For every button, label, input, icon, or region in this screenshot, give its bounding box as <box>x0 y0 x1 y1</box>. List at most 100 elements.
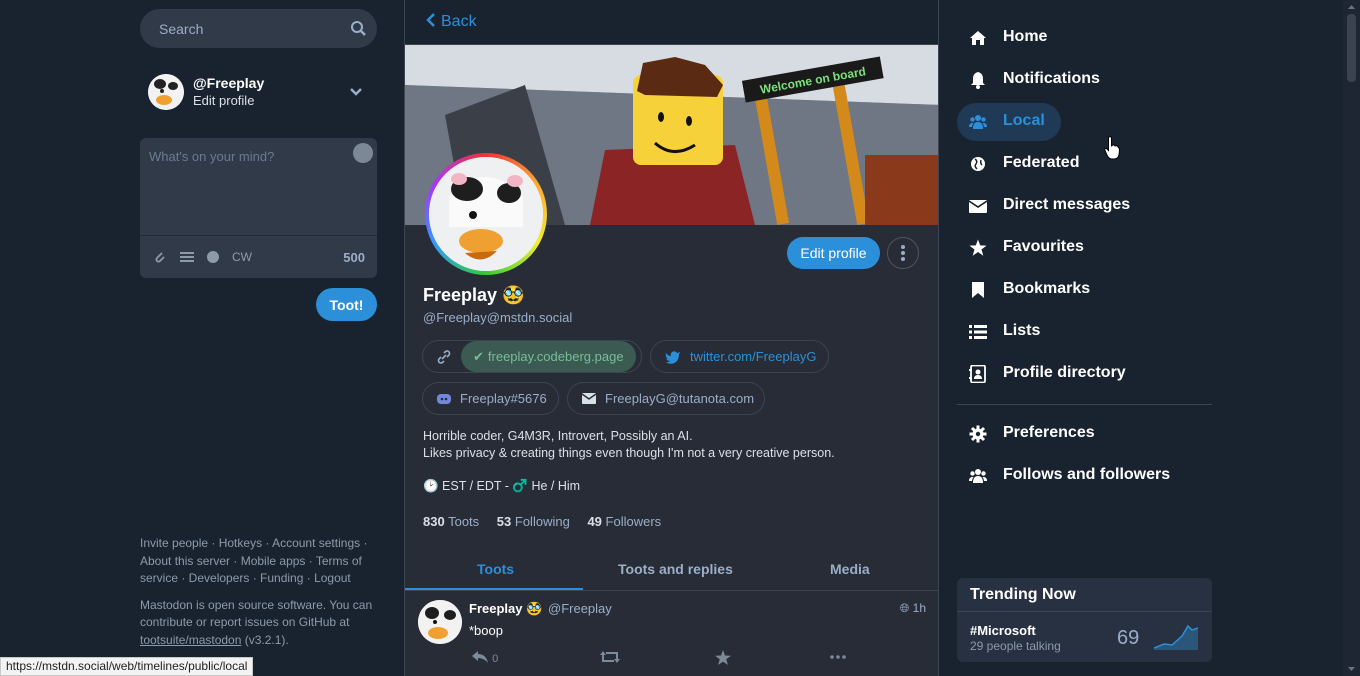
nav-label-bookmarks: Bookmarks <box>1003 280 1091 297</box>
followers-count-link[interactable]: 49 Followers <box>587 514 661 529</box>
account-handle[interactable]: @Freeplay <box>193 75 264 91</box>
column-back-bar: Back <box>405 0 938 45</box>
envelope-icon <box>969 200 987 213</box>
edit-profile-button[interactable]: Edit profile <box>787 237 880 269</box>
nav-label-follows-and-followers: Follows and followers <box>1003 466 1171 483</box>
ellipsis-vertical-icon <box>901 245 905 261</box>
following-label: Following <box>514 514 570 529</box>
profile-bio: Horrible coder, G4M3R, Introvert, Possib… <box>423 428 835 495</box>
following-count: 53 <box>496 514 512 529</box>
footer-links-line-2[interactable]: About this server · Mobile apps · Terms … <box>140 553 377 571</box>
repo-link[interactable]: tootsuite/mastodon <box>140 633 241 647</box>
nav-label-lists: Lists <box>1003 322 1041 339</box>
nav-item-home[interactable]: Home <box>957 17 1212 59</box>
status-item[interactable]: Freeplay 🥸 @Freeplay 🌐︎ 1h *boop 0 <box>405 591 938 676</box>
tab-toots[interactable]: Toots <box>477 561 514 577</box>
profile-field-discord: Freeplay#5676 <box>422 382 559 415</box>
profile-avatar[interactable] <box>425 153 547 275</box>
reply-icon <box>472 651 488 663</box>
emoji-picker-icon[interactable] <box>353 143 373 163</box>
twitter-icon <box>665 350 680 364</box>
following-count-link[interactable]: 53 Following <box>497 514 570 529</box>
version-text: (v3.2.1). <box>241 632 289 647</box>
status-timestamp[interactable]: 🌐︎ 1h <box>900 601 926 616</box>
trending-count: 69 <box>1117 627 1140 649</box>
discord-icon <box>437 393 451 404</box>
compose-placeholder: What's on your mind? <box>149 149 275 164</box>
profile-stats: 830 Toots 53 Following 49 Followers <box>423 514 661 529</box>
current-account[interactable]: @Freeplay Edit profile <box>140 74 377 112</box>
nav-item-bookmarks[interactable]: Bookmarks <box>957 269 1212 311</box>
compose-form: What's on your mind? CW 500 <box>140 138 377 278</box>
nav-label-direct-messages: Direct messages <box>1003 196 1131 213</box>
star-icon[interactable] <box>715 650 731 665</box>
reply-count: 0 <box>492 653 499 665</box>
nav-label-favourites: Favourites <box>1003 238 1084 255</box>
poll-icon[interactable] <box>179 250 195 264</box>
footer-links-line-3[interactable]: service · Developers · Funding · Logout <box>140 570 377 588</box>
tab-media[interactable]: Media <box>830 561 870 577</box>
status-account[interactable]: @Freeplay <box>548 601 612 616</box>
chevron-up-icon[interactable] <box>1343 2 1360 12</box>
toots-label: Toots <box>448 514 480 529</box>
back-label: Back <box>441 13 477 30</box>
nav-item-profile-directory[interactable]: Profile directory <box>957 353 1212 395</box>
account-name: @Freeplay@mstdn.social <box>423 310 573 325</box>
search-icon[interactable] <box>350 20 367 37</box>
trending-divider <box>957 611 1212 612</box>
email-value: FreeplayG@tutanota.com <box>605 391 755 406</box>
nav-item-preferences[interactable]: Preferences <box>957 413 1212 455</box>
nav-item-direct-messages[interactable]: Direct messages <box>957 185 1212 227</box>
nav-item-local[interactable]: Local <box>957 101 1212 143</box>
nav-label-home: Home <box>1003 28 1048 45</box>
profile-field-twitter[interactable]: twitter.com/FreeplayG <box>650 340 829 373</box>
chevron-down-icon[interactable] <box>349 85 363 99</box>
address-book-icon <box>969 365 986 383</box>
paperclip-icon[interactable] <box>153 250 167 264</box>
status-display-name[interactable]: Freeplay 🥸 <box>469 601 542 617</box>
boost-icon[interactable] <box>600 650 620 664</box>
star-icon <box>969 239 987 256</box>
link-icon <box>437 349 451 364</box>
more-options-button[interactable] <box>887 237 919 269</box>
nav-item-follows-and-followers[interactable]: Follows and followers <box>957 455 1212 497</box>
nav-label-local: Local <box>1003 112 1045 129</box>
nav-item-federated[interactable]: Federated <box>957 143 1212 185</box>
profile-field-website[interactable]: ✔ freeplay.codeberg.page <box>422 340 642 373</box>
nav-item-lists[interactable]: Lists <box>957 311 1212 353</box>
discord-value: Freeplay#5676 <box>460 391 547 406</box>
envelope-icon <box>582 393 596 404</box>
compose-toolbar: CW 500 <box>140 236 377 278</box>
compose-textarea[interactable]: What's on your mind? <box>140 138 377 236</box>
toots-count-link[interactable]: 830 Toots <box>423 514 479 529</box>
scrollbar-thumb[interactable] <box>1347 14 1356 82</box>
followers-label: Followers <box>605 514 662 529</box>
edit-profile-link[interactable]: Edit profile <box>193 93 254 108</box>
avatar[interactable] <box>148 74 184 110</box>
nav-item-favourites[interactable]: Favourites <box>957 227 1212 269</box>
verified-link[interactable]: ✔ freeplay.codeberg.page <box>461 341 636 372</box>
status-avatar[interactable] <box>418 600 462 644</box>
bookmark-icon <box>972 282 984 298</box>
toot-button[interactable]: Toot! <box>316 288 377 321</box>
bio-line: Horrible coder, G4M3R, Introvert, Possib… <box>423 429 693 443</box>
footer-links-line-1[interactable]: Invite people · Hotkeys · Account settin… <box>140 535 377 553</box>
ellipsis-icon[interactable] <box>830 650 846 664</box>
chevron-down-icon[interactable] <box>1343 664 1360 674</box>
globe-icon[interactable] <box>206 250 220 264</box>
nav-item-notifications[interactable]: Notifications <box>957 59 1212 101</box>
tab-toots-and-replies[interactable]: Toots and replies <box>618 561 733 577</box>
reply-button[interactable]: 0 <box>471 650 498 667</box>
website-link-text[interactable]: freeplay.codeberg.page <box>488 349 624 364</box>
search-input[interactable]: Search <box>140 9 377 48</box>
twitter-link-text[interactable]: twitter.com/FreeplayG <box>690 349 816 364</box>
nav-divider <box>957 404 1212 405</box>
check-icon: ✔ <box>473 348 484 364</box>
trending-hashtag[interactable]: #Microsoft <box>970 623 1036 638</box>
page-scrollbar[interactable] <box>1343 0 1360 676</box>
users-icon <box>969 469 987 483</box>
back-button[interactable]: Back <box>425 13 477 31</box>
content-warning-button[interactable]: CW <box>232 250 252 264</box>
nav-label-profile-directory: Profile directory <box>1003 364 1126 381</box>
bell-icon <box>971 72 985 89</box>
